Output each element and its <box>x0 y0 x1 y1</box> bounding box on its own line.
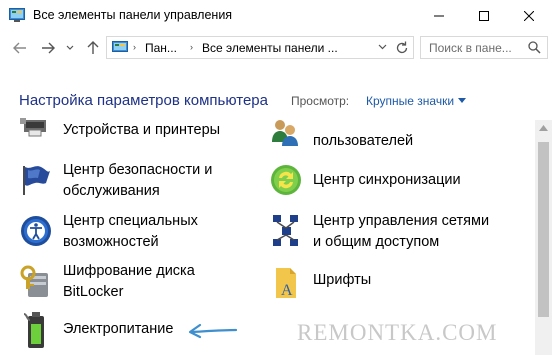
forward-button[interactable] <box>38 38 58 58</box>
item-sync-center[interactable]: Центр синхронизации <box>268 162 530 198</box>
item-label: Шифрование диска <box>63 263 195 279</box>
control-panel-icon <box>9 8 25 22</box>
item-bitlocker[interactable]: Шифрование диска BitLocker <box>18 259 258 305</box>
recent-locations-button[interactable] <box>60 38 80 58</box>
window-title: Все элементы панели управления <box>33 8 233 22</box>
maximize-icon <box>478 10 489 21</box>
breadcrumb-separator-icon: › <box>133 42 136 52</box>
item-label: Центр управления сетями <box>313 213 490 229</box>
scroll-up-icon[interactable] <box>539 125 548 131</box>
breadcrumb-item[interactable]: Пан... <box>145 41 177 55</box>
item-label: пользователей <box>313 133 414 149</box>
chevron-down-icon <box>66 45 74 50</box>
vertical-scrollbar[interactable] <box>535 120 552 355</box>
close-icon <box>523 10 534 21</box>
address-dropdown-icon[interactable] <box>378 42 387 52</box>
page-title: Настройка параметров компьютера <box>19 92 268 109</box>
breadcrumb-separator-icon: › <box>190 42 193 52</box>
item-devices-printers[interactable]: Устройства и принтеры <box>18 118 258 144</box>
item-label: возможностей <box>63 234 159 250</box>
close-button[interactable] <box>506 0 551 31</box>
item-label: Центр синхронизации <box>313 172 461 188</box>
item-label: и общим доступом <box>313 234 440 250</box>
item-ease-of-access[interactable]: Центр специальных возможностей <box>18 209 258 255</box>
item-user-accounts[interactable]: пользователей <box>268 120 530 152</box>
item-label: Центр специальных <box>63 213 198 229</box>
printer-icon <box>20 118 46 137</box>
battery-icon <box>23 312 44 348</box>
refresh-icon[interactable] <box>395 40 409 55</box>
search-placeholder: Поиск в пане... <box>429 41 512 55</box>
back-button[interactable] <box>10 38 30 58</box>
item-network-sharing-center[interactable]: Центр управления сетями и общим доступом <box>268 209 530 255</box>
back-arrow-icon <box>13 42 26 54</box>
accessibility-icon <box>21 216 51 246</box>
flag-icon <box>23 166 50 195</box>
users-icon <box>272 120 298 146</box>
item-security-maintenance[interactable]: Центр безопасности и обслуживания <box>18 158 258 204</box>
minimize-icon <box>433 15 444 16</box>
content-header: Настройка параметров компьютера Просмотр… <box>0 65 552 120</box>
forward-arrow-icon <box>42 42 55 54</box>
watermark: REMONTKA.COM <box>297 320 498 345</box>
bitlocker-icon <box>20 265 48 297</box>
item-label: Электропитание <box>63 321 174 337</box>
view-label: Просмотр: <box>291 94 350 108</box>
item-fonts[interactable]: A Шрифты <box>268 262 530 302</box>
sync-icon <box>271 165 301 195</box>
search-input[interactable]: Поиск в пане... <box>420 36 548 59</box>
pointer-arrow-icon <box>188 323 238 339</box>
control-panel-icon <box>112 41 128 52</box>
network-icon <box>273 215 298 246</box>
svg-text:A: A <box>281 282 293 299</box>
item-label: BitLocker <box>63 284 124 300</box>
minimize-button[interactable] <box>416 0 461 31</box>
title-bar: Все элементы панели управления <box>0 0 552 31</box>
fonts-icon: A <box>276 268 296 299</box>
item-label: Устройства и принтеры <box>63 122 221 138</box>
item-label: Центр безопасности и <box>63 162 213 178</box>
item-label: обслуживания <box>63 183 160 199</box>
maximize-button[interactable] <box>461 0 506 31</box>
address-bar[interactable]: › Пан... › Все элементы панели ... <box>106 36 414 59</box>
search-icon[interactable] <box>528 41 541 54</box>
view-mode-dropdown[interactable]: Крупные значки <box>366 94 454 108</box>
up-button[interactable] <box>83 38 103 58</box>
breadcrumb-item[interactable]: Все элементы панели ... <box>202 41 338 55</box>
item-label: Шрифты <box>313 272 372 288</box>
up-arrow-icon <box>87 41 99 54</box>
caret-down-icon[interactable] <box>458 98 466 103</box>
scrollbar-thumb[interactable] <box>538 142 549 317</box>
